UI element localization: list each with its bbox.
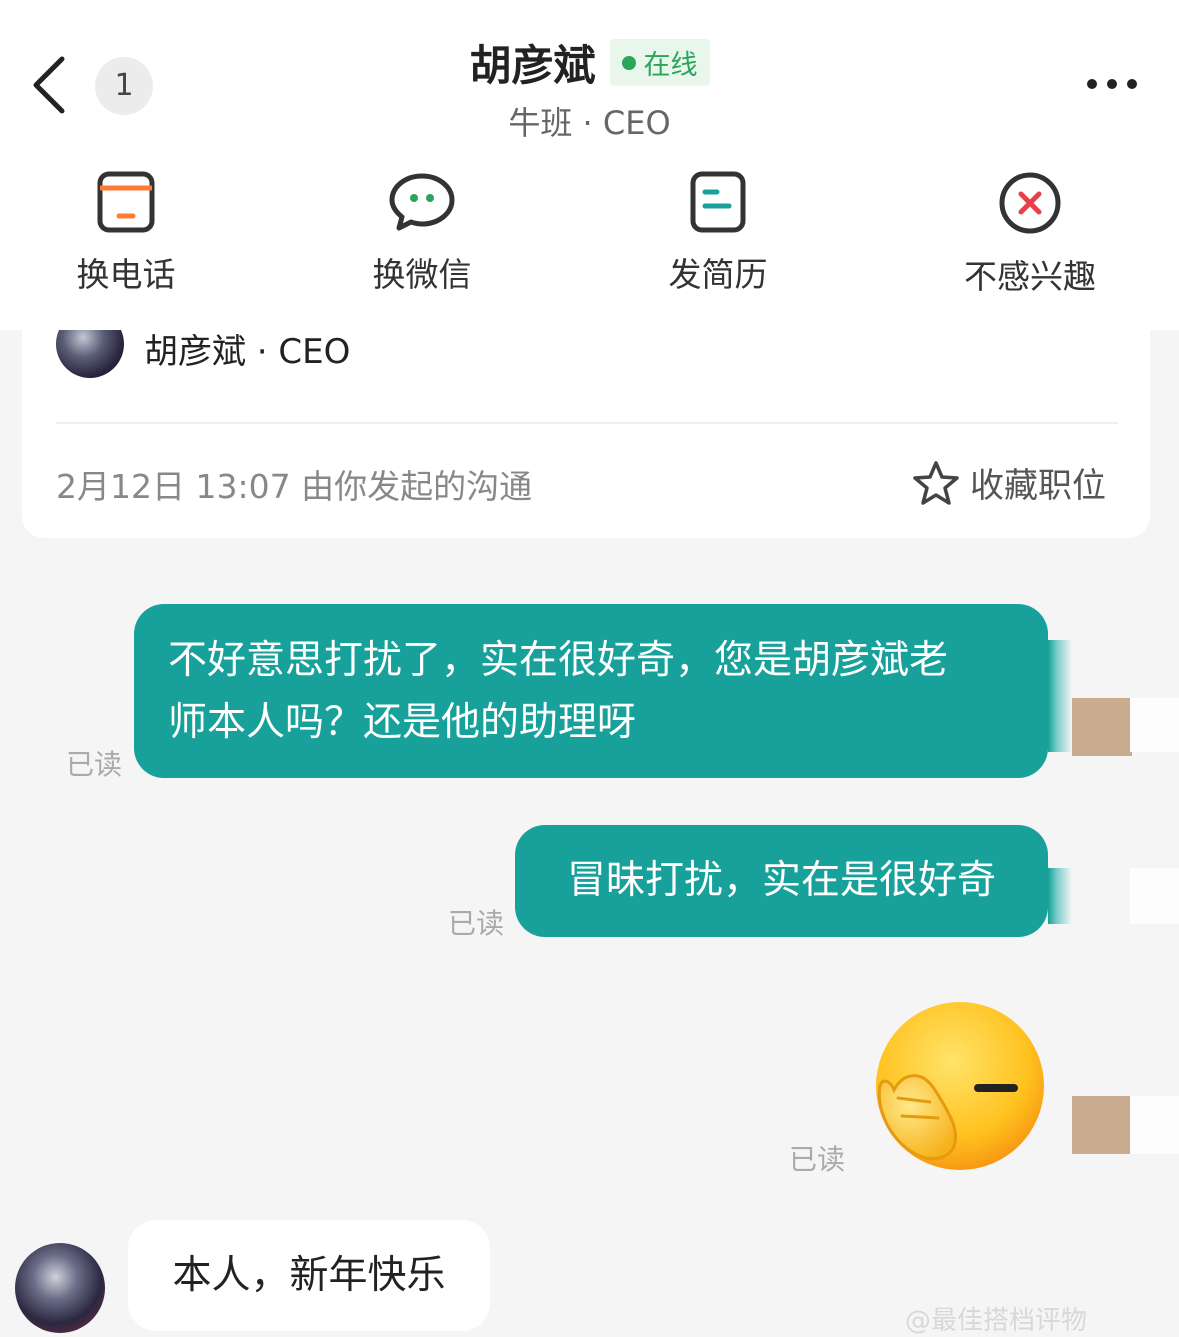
facepalm-emoji-icon[interactable]	[868, 998, 1048, 1178]
contact-name: 胡彦斌	[469, 41, 596, 90]
online-status-label: 在线	[643, 50, 698, 81]
self-avatar	[1072, 1096, 1132, 1154]
wechat-icon	[389, 173, 455, 231]
message-bubble-received[interactable]: 本人，新年快乐	[128, 1220, 490, 1331]
message-text-line: 不好意思打扰了，实在很好奇，您是胡彦斌老	[168, 638, 949, 683]
favorite-job-button[interactable]: 收藏职位	[912, 458, 1106, 507]
read-receipt: 已读	[789, 1143, 846, 1176]
self-avatar	[1072, 698, 1132, 756]
card-divider	[56, 422, 1118, 424]
message-bubble-sent[interactable]: 冒昧打扰，实在是很好奇	[515, 825, 1048, 937]
favorite-job-label: 收藏职位	[970, 466, 1106, 506]
watermark: @最佳搭档评物	[905, 1306, 1088, 1336]
phone-icon	[97, 171, 155, 233]
chat-header: 1 胡彦斌 在线 牛班 · CEO 换电话 换微信 发简历 不感兴趣	[0, 0, 1179, 330]
contact-avatar[interactable]	[15, 1243, 105, 1333]
resume-icon	[690, 171, 746, 233]
conversation-start-time: 2月12日 13:07 由你发起的沟通	[56, 467, 533, 506]
send-resume-button[interactable]: 发简历	[618, 170, 818, 296]
read-receipt: 已读	[448, 907, 505, 940]
send-resume-label: 发简历	[668, 255, 768, 294]
not-interested-button[interactable]: 不感兴趣	[930, 170, 1130, 298]
avatar-edge	[1130, 698, 1179, 752]
card-contact-name: 胡彦斌 · CEO	[144, 332, 351, 372]
message-text-line: 师本人吗？还是他的助理呀	[168, 700, 637, 745]
avatar-edge	[1130, 1096, 1179, 1154]
star-icon	[913, 460, 959, 505]
online-dot-icon	[621, 55, 636, 70]
contact-subtitle: 牛班 · CEO	[508, 104, 671, 142]
exchange-wechat-label: 换微信	[372, 255, 472, 294]
more-options-icon[interactable]	[1082, 72, 1142, 96]
bubble-edge	[1048, 640, 1072, 752]
message-bubble-sent[interactable]: 不好意思打扰了，实在很好奇，您是胡彦斌老 师本人吗？还是他的助理呀	[134, 604, 1048, 778]
online-status-badge: 在线	[609, 39, 710, 86]
avatar-edge	[1130, 868, 1179, 924]
read-receipt: 已读	[66, 748, 123, 781]
chat-title: 胡彦斌 在线	[0, 32, 1179, 93]
exchange-phone-button[interactable]: 换电话	[26, 170, 226, 296]
not-interested-label: 不感兴趣	[964, 257, 1096, 296]
exchange-phone-label: 换电话	[76, 255, 176, 294]
not-interested-icon	[999, 172, 1061, 234]
quick-actions-bar: 换电话 换微信 发简历 不感兴趣	[0, 170, 1179, 310]
exchange-wechat-button[interactable]: 换微信	[322, 170, 522, 296]
bubble-edge	[1048, 868, 1072, 924]
